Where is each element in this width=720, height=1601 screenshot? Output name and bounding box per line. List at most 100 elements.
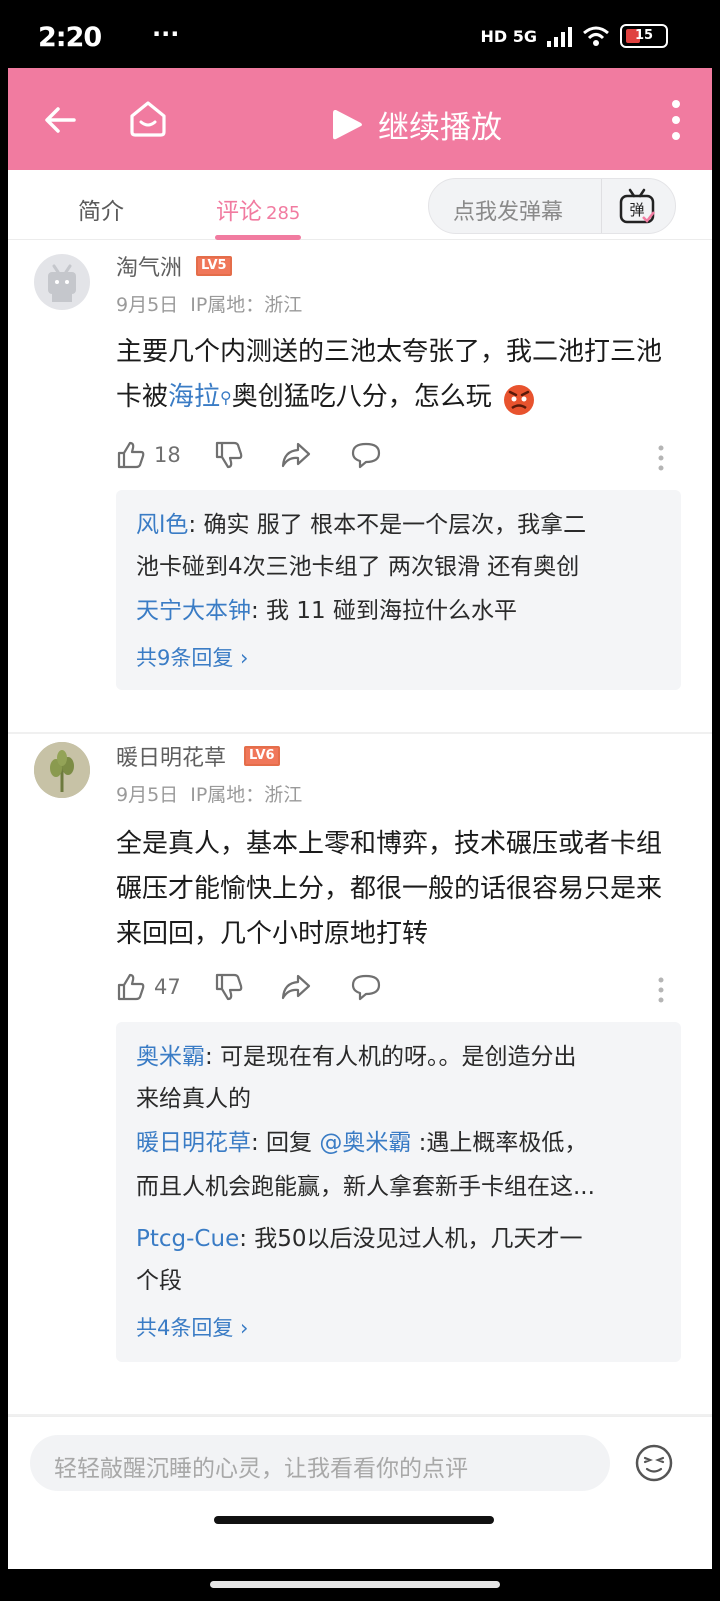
- reply-button[interactable]: [350, 440, 382, 470]
- comment-ip: IP属地：浙江: [190, 784, 303, 806]
- comment-text-part: 奥创猛吃八分，怎么玩: [231, 382, 492, 412]
- comment-actions: 18: [116, 440, 686, 476]
- reply-line: 个段: [136, 1260, 666, 1302]
- more-options-icon[interactable]: [657, 976, 665, 1004]
- mention-link[interactable]: @奥米霸: [319, 1130, 411, 1156]
- reply-line: 来给真人的: [136, 1078, 666, 1120]
- like-button[interactable]: 18: [116, 440, 181, 470]
- dislike-button[interactable]: [214, 972, 244, 1002]
- reply-username[interactable]: 天宁大本钟: [136, 598, 251, 624]
- like-count: 18: [154, 443, 181, 467]
- comment-count: 285: [266, 203, 301, 224]
- danmu-separator: [601, 179, 602, 233]
- continue-play-label: 继续播放: [378, 110, 502, 146]
- reply-username[interactable]: 风l色: [136, 512, 188, 538]
- back-arrow-icon[interactable]: [40, 100, 80, 140]
- more-options-icon[interactable]: [657, 444, 665, 472]
- dislike-button[interactable]: [214, 440, 244, 470]
- reply-line: 风l色: 确实 服了 根本不是一个层次，我拿二: [136, 504, 666, 546]
- dislike-icon: [215, 973, 243, 1001]
- reply-preview-box[interactable]: 奥米霸: 可是现在有人机的呀。。是创造分出 来给真人的 暖日明花草: 回复 @奥…: [116, 1022, 681, 1362]
- reply-line: 而且人机会跑能赢，新人拿套新手卡组在这...: [136, 1166, 666, 1208]
- reply-text: 池卡碰到4次三池卡组了 两次银滑 还有奥创: [136, 554, 580, 580]
- more-vertical-icon[interactable]: [670, 98, 682, 142]
- share-button[interactable]: [280, 440, 312, 470]
- reply-text: : 我 11 碰到海拉什么水平: [251, 598, 517, 624]
- dislike-icon: [215, 441, 243, 469]
- status-overflow: ···: [152, 20, 180, 48]
- reply-line: Ptcg-Cue: 我50以后没见过人机，几天才一: [136, 1218, 666, 1260]
- avatar[interactable]: [34, 742, 90, 798]
- comment-input-bar: 轻轻敲醒沉睡的心灵，让我看看你的点评: [8, 1416, 712, 1511]
- active-tab-indicator: [215, 235, 301, 240]
- home-gesture-bar[interactable]: [214, 1516, 494, 1524]
- tab-comments[interactable]: 评论 285: [216, 192, 300, 226]
- view-all-replies-link[interactable]: 共4条回复 ›: [136, 1312, 248, 1342]
- reply-text: 来给真人的: [136, 1086, 251, 1112]
- reply-line: 暖日明花草: 回复 @奥米霸 :遇上概率极低，: [136, 1122, 666, 1164]
- reply-username[interactable]: 暖日明花草: [136, 1130, 251, 1156]
- comment-username[interactable]: 暖日明花草: [116, 740, 226, 772]
- share-icon: [281, 974, 311, 1000]
- search-icon: ⚲: [220, 388, 232, 407]
- view-all-replies-link[interactable]: 共9条回复 ›: [136, 642, 248, 672]
- network-label: HD 5G: [480, 26, 537, 46]
- reply-text: : 回复: [251, 1130, 320, 1156]
- reply-button[interactable]: [350, 972, 382, 1002]
- continue-play-button[interactable]: 继续播放: [330, 102, 502, 147]
- system-nav-area: [0, 1569, 720, 1601]
- reply-preview-box[interactable]: 风l色: 确实 服了 根本不是一个层次，我拿二 池卡碰到4次三池卡组了 两次银滑…: [116, 490, 681, 690]
- danmu-send-box[interactable]: 点我发弹幕 弹: [428, 178, 676, 234]
- comment-username[interactable]: 淘气洲: [116, 250, 182, 282]
- like-button[interactable]: 47: [116, 972, 181, 1002]
- reply-username[interactable]: Ptcg-Cue: [136, 1226, 239, 1252]
- comment-input[interactable]: 轻轻敲醒沉睡的心灵，让我看看你的点评: [30, 1435, 610, 1491]
- comment-body: 主要几个内测送的三池太夸张了，我二池打三池卡被海拉⚲奥创猛吃八分，怎么玩: [116, 330, 681, 420]
- reply-text: : 确实 服了 根本不是一个层次，我拿二: [188, 512, 587, 538]
- share-button[interactable]: [280, 972, 312, 1002]
- danmu-icon[interactable]: 弹: [617, 187, 657, 227]
- default-avatar-icon: [48, 264, 76, 302]
- reply-line: 奥米霸: 可是现在有人机的呀。。是创造分出: [136, 1036, 666, 1078]
- keyword-link[interactable]: 海拉: [168, 382, 220, 412]
- reply-icon: [351, 442, 381, 469]
- comment-input-placeholder: 轻轻敲醒沉睡的心灵，让我看看你的点评: [54, 1456, 468, 1482]
- comment-body: 全是真人，基本上零和博弈，技术碾压或者卡组碾压才能愉快上分，都很一般的话很容易只…: [116, 829, 663, 949]
- tab-comments-label: 评论: [216, 199, 262, 225]
- reply-username[interactable]: 奥米霸: [136, 1044, 205, 1070]
- danmu-icon-label: 弹: [629, 201, 644, 219]
- like-icon: [117, 441, 145, 469]
- emoji-icon[interactable]: [634, 1443, 674, 1483]
- reply-line: 池卡碰到4次三池卡组了 两次银滑 还有奥创: [136, 546, 666, 588]
- reply-line: 天宁大本钟: 我 11 碰到海拉什么水平: [136, 590, 666, 632]
- like-icon: [117, 973, 145, 1001]
- comment-date: 9月5日: [116, 294, 179, 316]
- status-time: 2:20: [38, 22, 102, 53]
- battery-level: 15: [634, 28, 654, 43]
- comment-date: 9月5日: [116, 784, 179, 806]
- comment-ip: IP属地：浙江: [190, 294, 303, 316]
- share-icon: [281, 442, 311, 468]
- reply-text: : 我50以后没见过人机，几天才一: [239, 1226, 583, 1252]
- tab-bar: 简介 评论 285 点我发弹幕 弹: [8, 170, 712, 240]
- comment-divider: [8, 732, 712, 734]
- play-icon: [333, 109, 362, 139]
- reply-text: :遇上概率极低，: [411, 1130, 588, 1156]
- plant-avatar-icon: [34, 742, 90, 798]
- comment-meta: 9月5日 IP属地：浙江: [116, 780, 302, 807]
- reply-text: 而且人机会跑能赢，新人拿套新手卡组在这...: [136, 1174, 595, 1200]
- status-icons: HD 5G 15: [480, 24, 668, 48]
- level-badge: LV6: [244, 746, 280, 766]
- avatar[interactable]: [34, 254, 90, 310]
- battery-icon: 15: [620, 24, 668, 48]
- reply-icon: [351, 974, 381, 1001]
- level-badge: LV5: [196, 256, 232, 276]
- comment-actions: 47: [116, 972, 686, 1008]
- status-bar: 2:20 ··· HD 5G 15: [0, 0, 720, 70]
- system-gesture-pill[interactable]: [210, 1581, 500, 1588]
- wifi-icon: [583, 26, 609, 46]
- angry-emoji-icon: [504, 384, 535, 415]
- home-icon[interactable]: [126, 96, 170, 140]
- tab-intro[interactable]: 简介: [78, 192, 124, 226]
- reply-text: 个段: [136, 1268, 182, 1294]
